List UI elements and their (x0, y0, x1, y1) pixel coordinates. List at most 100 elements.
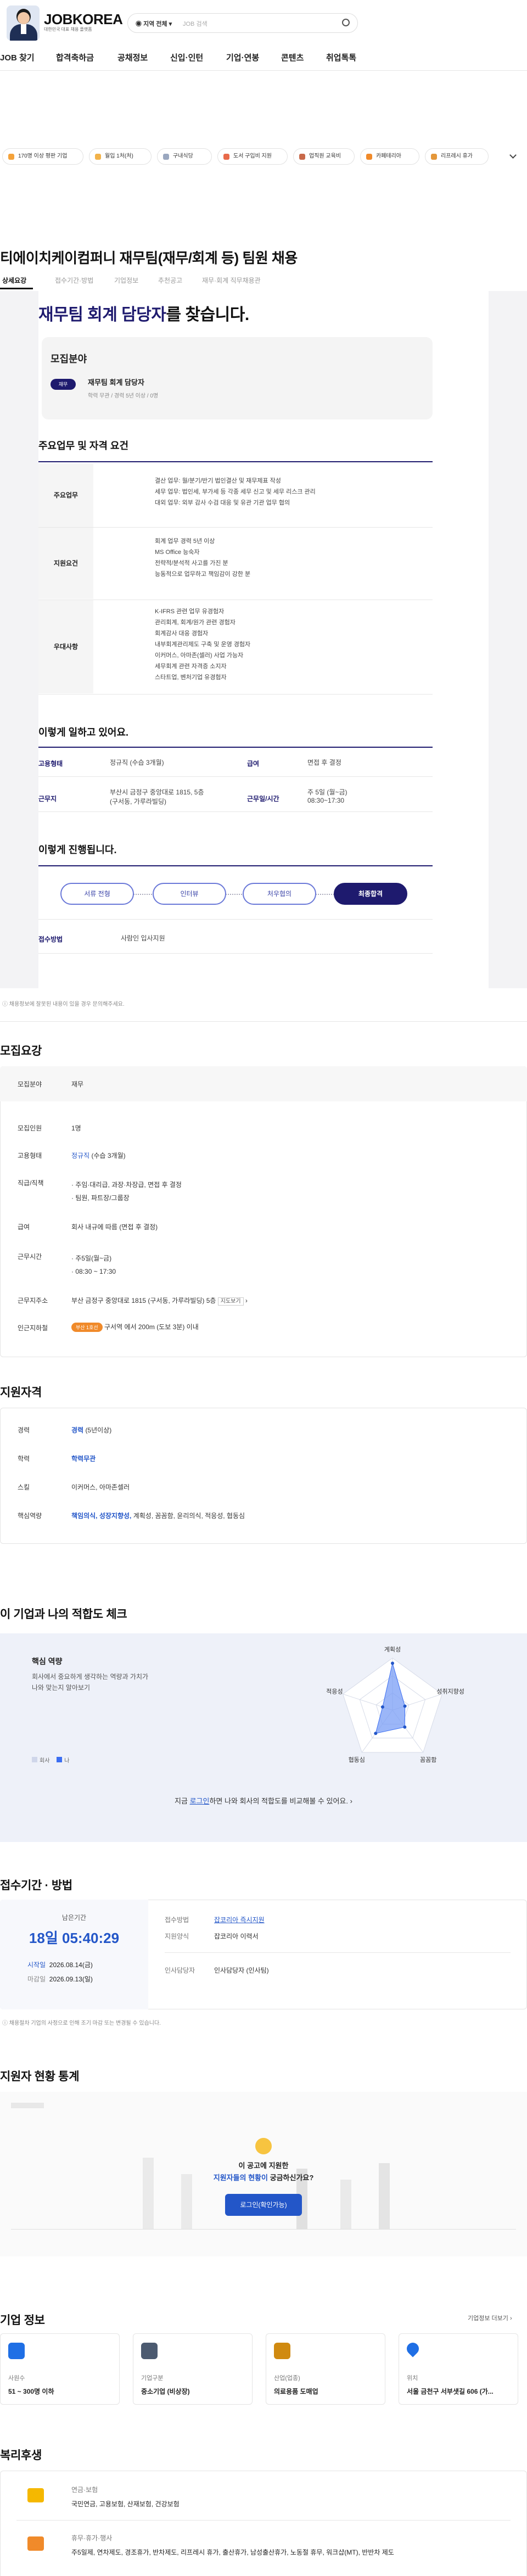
requirements-card (0, 1066, 527, 1357)
card-value: 서울 금천구 서부샛길 606 (가... (407, 2388, 494, 2395)
map-link[interactable]: 지도보기 (217, 1297, 244, 1306)
work-value: 주 5일 (월~금) 08:30~17:30 (307, 788, 347, 804)
row-text: 회계 업무 경력 5년 이상 MS Office 능숙자 전략적/분석적 사고를 가… (155, 538, 251, 578)
tab-job-hall[interactable]: 재무·회계 직무채용관 (202, 276, 261, 285)
radar-axis-label: 꼼꼼함 (420, 1756, 436, 1763)
edu-label: 학력 (18, 1455, 30, 1463)
site-header: JOBKOREA 대한민국 대표 채용 플랫폼 ◉ 지역 전체 ▾ JOB 검색 (0, 0, 527, 51)
radar-axis-label: 성취지향성 (436, 1688, 464, 1695)
chevron-down-icon[interactable] (509, 152, 517, 159)
type-label: 고용형태 (18, 1152, 42, 1160)
edu-value: 학력무관 (71, 1455, 96, 1463)
nav-contents[interactable]: 콘텐츠 (281, 52, 304, 63)
dates: 시작일 2026.08.14(금) 마감일 2026.09.13(일) (27, 1961, 93, 1983)
apply-value: 사람인 입사지원 (121, 934, 165, 942)
remain-label: 남은기간 (61, 1914, 87, 1922)
count-label: 모집인원 (18, 1124, 42, 1132)
login-link[interactable]: 로그인 (190, 1797, 210, 1805)
work-key: 근무지 (38, 795, 57, 803)
divider (38, 776, 433, 777)
work-key: 근무일/시간 (247, 795, 279, 803)
chip[interactable]: 170명 이상 평판 기업 (2, 148, 83, 165)
process-step: 인터뷰 (153, 883, 226, 905)
company-more-link[interactable]: 기업정보 더보기 › (468, 2314, 512, 2322)
qualifications-heading: 지원자격 (0, 1386, 42, 1399)
nav-job[interactable]: JOB 찾기 (0, 52, 35, 63)
chip[interactable]: 구내식당 (157, 148, 212, 165)
detail-tabs: 상세요강 접수기간·방법 기업정보 추천공고 재무·회계 직무채용관 (0, 273, 527, 290)
work-value: 부산시 금정구 중앙대로 1815, 5층 (구서동, 가루라빌딩) (110, 788, 204, 805)
poster-headline: 재무팀 회계 담당자를 찾습니다. (38, 306, 249, 324)
chip[interactable]: 도서 구입비 지원 (217, 148, 288, 165)
row-text: 결산 업무: 월/분기/반기 법인결산 및 재무제표 작성 세무 업무: 법인세,… (155, 478, 316, 506)
remain-value: 18일 05:40:29 (29, 1930, 120, 1946)
nav-entry[interactable]: 신입·인턴 (170, 52, 203, 63)
chip[interactable]: 카페테리아 (360, 148, 419, 165)
company-card[interactable]: 위치서울 금천구 서부샛길 606 (가... (399, 2333, 518, 2405)
divider (38, 953, 433, 954)
company-card: 산업(업종) 의료용품 도매업 (266, 2333, 385, 2405)
field-label: 모집분야 (18, 1080, 42, 1088)
stats-login-button[interactable]: 로그인(확인가능) (225, 2194, 302, 2216)
pay-value: · 주임·대리급, 과장·차장급, 면접 후 결정 · 팀원, 파트장/그룹장 (71, 1181, 182, 1202)
location-pin-icon (404, 2340, 422, 2357)
divider (38, 461, 433, 462)
page-title: 티에이치케이컴퍼니 재무팀(재무/회계 등) 팀원 채용 (0, 250, 298, 266)
form-label: 지원양식 (165, 1933, 189, 1940)
nav-public[interactable]: 공채정보 (117, 52, 148, 63)
location-select[interactable]: ◉ 지역 전체 ▾ (136, 19, 172, 28)
row-text: K-IFRS 관련 업무 유경험자 관리회계, 회계/원가 관련 경험자 회계감사 … (155, 608, 251, 681)
search-input[interactable]: JOB 검색 (183, 19, 208, 28)
card-label: 위치 (407, 2375, 418, 2382)
divider (38, 865, 433, 866)
chip[interactable]: 업직원 교육비 (293, 148, 355, 165)
subway-line-badge: 부산 1호선 (71, 1323, 103, 1332)
logo-text[interactable]: JOBKOREA (44, 11, 123, 28)
card-label: 산업(업종) (274, 2375, 300, 2382)
near-value: 부산 1호선 구서역 에서 200m (도보 3분) 이내 (71, 1322, 199, 1332)
card-value: 51 ~ 300명 이하 (8, 2388, 54, 2395)
welfare-heading: 복리후생 (0, 2449, 42, 2462)
radar-point (403, 1704, 407, 1708)
method-link[interactable]: 잡코리아 즉시지원 (214, 1915, 265, 1924)
divider (38, 747, 433, 748)
hours-label: 근무시간 (18, 1253, 42, 1261)
company-card: 사원수 51 ~ 300명 이하 (0, 2333, 120, 2405)
loc-value: 부산 금정구 중앙대로 1815 (구서동, 가루라빌딩) 5층 지도보기 › (71, 1297, 248, 1306)
company-heading: 기업 정보 (0, 2314, 45, 2327)
apply-key: 접수방법 (38, 936, 63, 943)
location-label: 지역 전체 (143, 21, 167, 27)
tab-detail[interactable]: 상세요강 (2, 276, 26, 285)
row-label: 주요업무 (38, 463, 93, 527)
work-value: 면접 후 결정 (307, 759, 341, 766)
recruit-pill: 재무 (51, 379, 76, 390)
divider (38, 919, 433, 920)
logo-portrait-icon[interactable] (7, 5, 40, 41)
tab-apply[interactable]: 접수기간·방법 (55, 276, 93, 285)
core-label: 핵심역량 (18, 1512, 42, 1520)
loc-label: 근무지주소 (18, 1297, 48, 1304)
apply-heading: 접수기간 · 방법 (0, 1879, 72, 1892)
tab-recommend[interactable]: 추천공고 (158, 276, 182, 285)
hr-value: 인사담당자 (인사팀) (214, 1967, 269, 1974)
nav-bonus[interactable]: 합격축하금 (56, 52, 94, 63)
radar-point (403, 1725, 407, 1729)
fit-login-prompt: 지금 로그인하면 나와 회사의 적합도를 비교해볼 수 있어요. › (175, 1797, 352, 1805)
search-icon[interactable] (342, 19, 350, 26)
nav-talk[interactable]: 취업톡톡 (326, 52, 356, 63)
recruit-role: 재무팀 회계 담당자 (88, 378, 144, 387)
search-bar[interactable]: ◉ 지역 전체 ▾ JOB 검색 (127, 13, 358, 33)
people-icon (8, 2343, 25, 2359)
divider (0, 1021, 527, 1022)
process-step: 최종합격 (334, 883, 407, 905)
chip[interactable]: 월입 1처(처) (89, 148, 152, 165)
tab-company[interactable]: 기업정보 (114, 276, 138, 285)
nav-company[interactable]: 기업·연봉 (226, 52, 259, 63)
divider (38, 811, 433, 812)
hr-label: 인사담당자 (165, 1967, 195, 1974)
logo-subtitle: 대한민국 대표 채용 플랫폼 (44, 27, 92, 32)
method-label: 접수방법 (165, 1916, 189, 1924)
chip[interactable]: 리프레시 휴가 (425, 148, 489, 165)
building-icon (141, 2343, 158, 2359)
radar-point (374, 1732, 378, 1735)
